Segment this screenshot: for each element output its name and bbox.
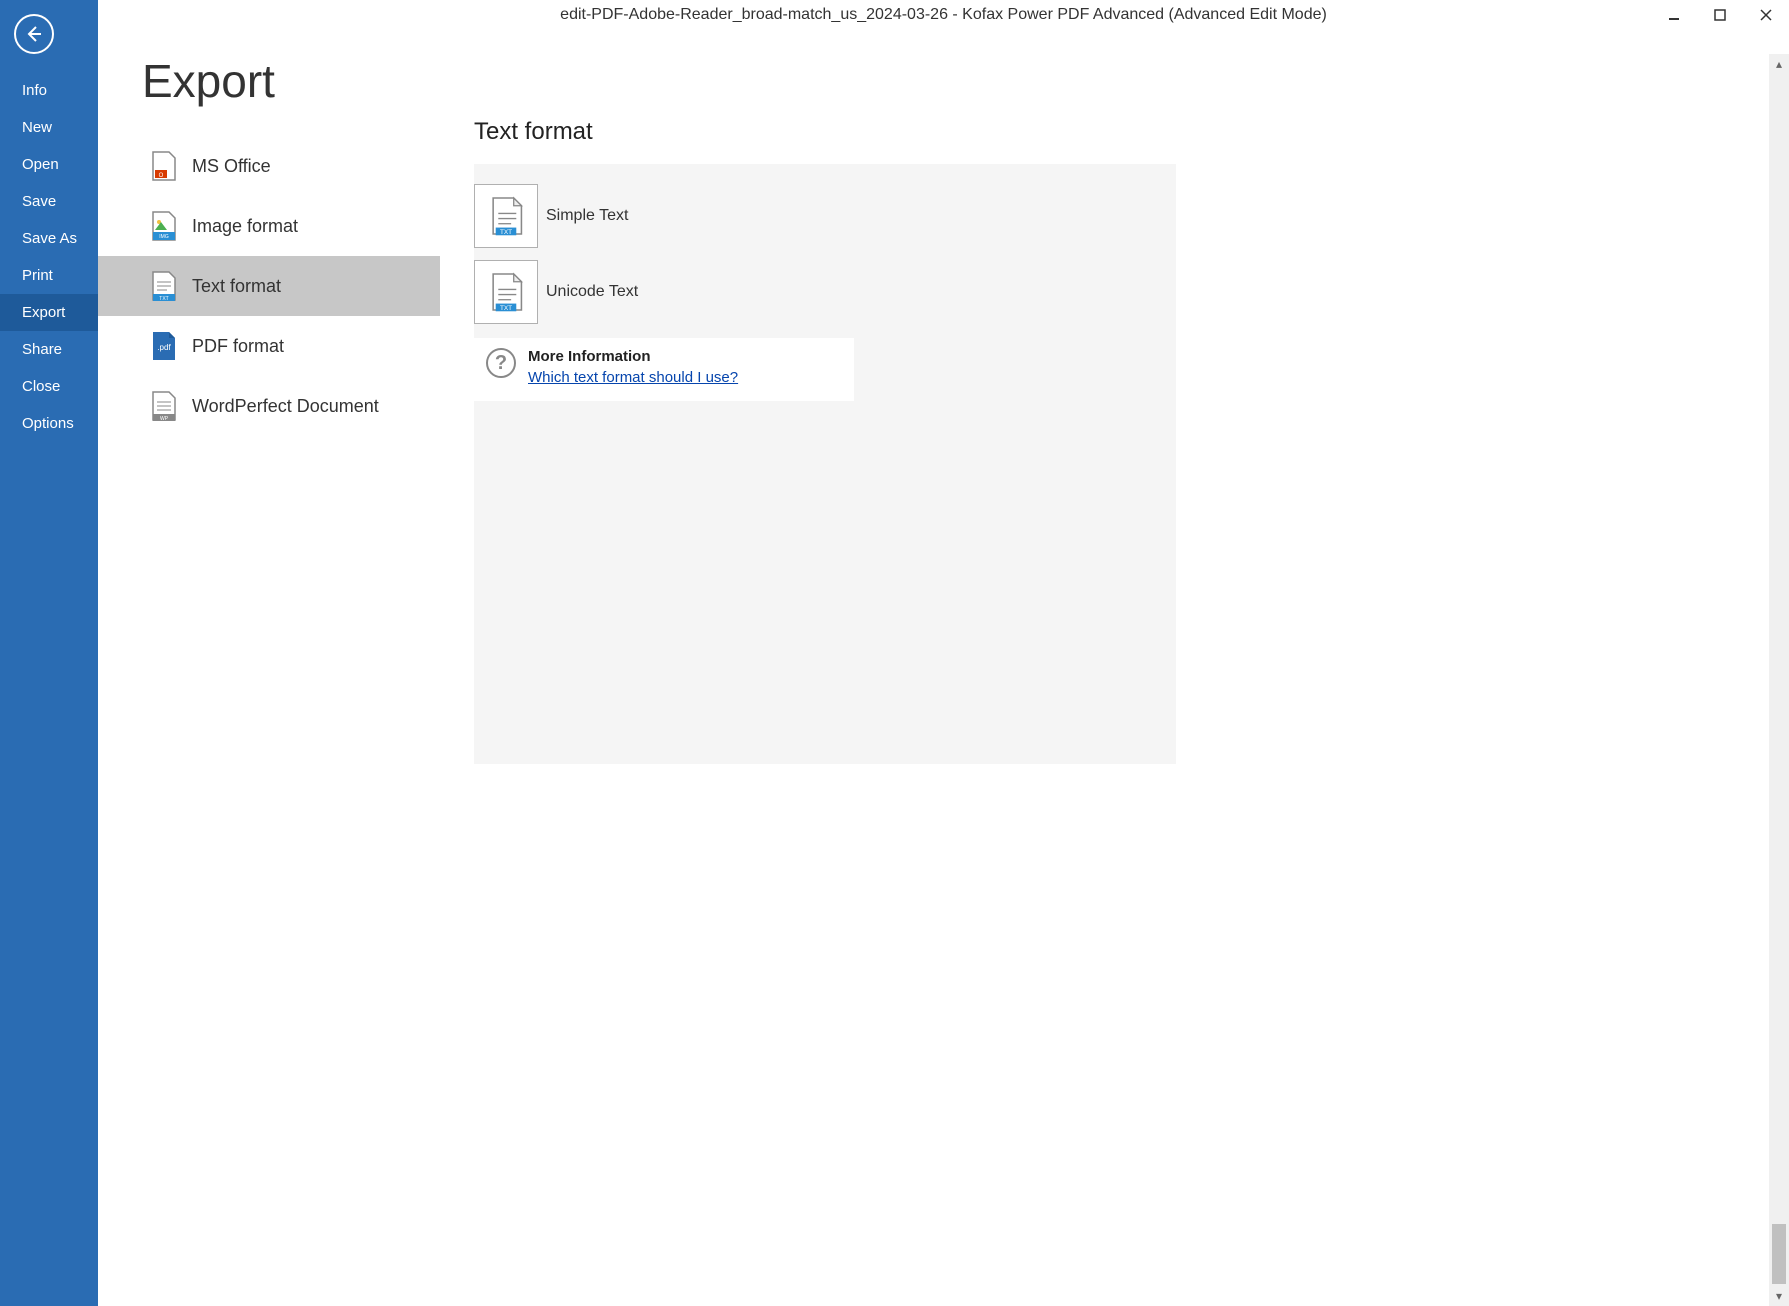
svg-text:WP: WP [160, 416, 169, 422]
close-icon [1760, 9, 1772, 21]
page-title: Export [142, 54, 440, 108]
sidebar-item-options[interactable]: Options [0, 405, 98, 442]
svg-text:IMG: IMG [159, 234, 169, 240]
format-item-pdf[interactable]: .pdf PDF format [98, 316, 440, 376]
close-button[interactable] [1743, 0, 1789, 30]
option-label: Simple Text [546, 207, 628, 225]
sidebar-item-label: Save [22, 193, 56, 210]
title-bar: edit-PDF-Adobe-Reader_broad-match_us_202… [98, 0, 1789, 30]
sidebar-item-info[interactable]: Info [0, 72, 98, 109]
sidebar-item-close[interactable]: Close [0, 368, 98, 405]
txt-file-icon: TXT [488, 195, 524, 237]
arrow-left-icon [24, 24, 44, 44]
option-simple-text[interactable]: TXT Simple Text [474, 178, 1176, 254]
sidebar-item-label: Close [22, 378, 60, 395]
minimize-button[interactable] [1651, 0, 1697, 30]
back-button[interactable] [14, 14, 54, 54]
more-info-link[interactable]: Which text format should I use? [528, 369, 738, 386]
svg-text:TXT: TXT [500, 229, 512, 236]
format-item-label: WordPerfect Document [192, 396, 379, 417]
txt-file-icon: TXT [488, 271, 524, 313]
sidebar-item-print[interactable]: Print [0, 257, 98, 294]
msoffice-icon: O [148, 149, 178, 183]
pdf-icon: .pdf [148, 329, 178, 363]
format-item-text[interactable]: TXT Text format [98, 256, 440, 316]
app-root: edit-PDF-Adobe-Reader_broad-match_us_202… [0, 0, 1789, 1306]
format-item-msoffice[interactable]: O MS Office [98, 136, 440, 196]
sidebar-item-export[interactable]: Export [0, 294, 98, 331]
sidebar-item-label: Export [22, 304, 65, 321]
svg-text:O: O [159, 173, 164, 179]
more-info-title: More Information [528, 348, 738, 365]
sidebar-item-label: Save As [22, 230, 77, 247]
sidebar-item-open[interactable]: Open [0, 146, 98, 183]
image-icon: IMG [148, 209, 178, 243]
format-item-wordperfect[interactable]: WP WordPerfect Document [98, 376, 440, 436]
svg-text:TXT: TXT [159, 296, 168, 302]
wp-icon: WP [148, 389, 178, 423]
sidebar-item-saveas[interactable]: Save As [0, 220, 98, 257]
format-item-label: MS Office [192, 156, 271, 177]
sidebar-item-label: New [22, 119, 52, 136]
sidebar-item-label: Options [22, 415, 74, 432]
sidebar-item-save[interactable]: Save [0, 183, 98, 220]
export-format-column: Export O MS Office IMG Image format TXT … [98, 30, 440, 1306]
sidebar-item-new[interactable]: New [0, 109, 98, 146]
scroll-thumb[interactable] [1772, 1224, 1786, 1284]
option-label: Unicode Text [546, 283, 638, 301]
detail-panel: TXT Simple Text TXT Unicode Text ? More … [474, 164, 1176, 764]
txt-icon: TXT [148, 269, 178, 303]
sidebar-item-label: Share [22, 341, 62, 358]
more-information-box: ? More Information Which text format sho… [474, 338, 854, 401]
detail-title: Text format [474, 118, 1789, 146]
format-item-image[interactable]: IMG Image format [98, 196, 440, 256]
maximize-icon [1714, 9, 1726, 21]
minimize-icon [1668, 9, 1680, 21]
svg-text:.pdf: .pdf [157, 343, 171, 352]
backstage-sidebar: Info New Open Save Save As Print Export … [0, 0, 98, 1306]
format-item-label: Image format [192, 216, 298, 237]
option-unicode-text[interactable]: TXT Unicode Text [474, 254, 1176, 330]
option-icon-box: TXT [474, 260, 538, 324]
option-icon-box: TXT [474, 184, 538, 248]
format-item-label: PDF format [192, 336, 284, 357]
sidebar-item-label: Print [22, 267, 53, 284]
sidebar-item-label: Info [22, 82, 47, 99]
maximize-button[interactable] [1697, 0, 1743, 30]
export-detail-column: Text format TXT Simple Text TXT Unicode … [440, 30, 1789, 1306]
vertical-scrollbar[interactable]: ▴ ▾ [1769, 54, 1789, 1306]
format-item-label: Text format [192, 276, 281, 297]
scroll-up-arrow[interactable]: ▴ [1769, 54, 1789, 74]
svg-text:TXT: TXT [500, 305, 512, 312]
sidebar-item-share[interactable]: Share [0, 331, 98, 368]
window-title: edit-PDF-Adobe-Reader_broad-match_us_202… [560, 6, 1327, 24]
window-controls [1651, 0, 1789, 30]
sidebar-item-label: Open [22, 156, 59, 173]
question-icon: ? [486, 348, 516, 378]
scroll-down-arrow[interactable]: ▾ [1769, 1286, 1789, 1306]
main-area: Export O MS Office IMG Image format TXT … [98, 0, 1789, 1306]
more-text-group: More Information Which text format shoul… [528, 348, 738, 387]
